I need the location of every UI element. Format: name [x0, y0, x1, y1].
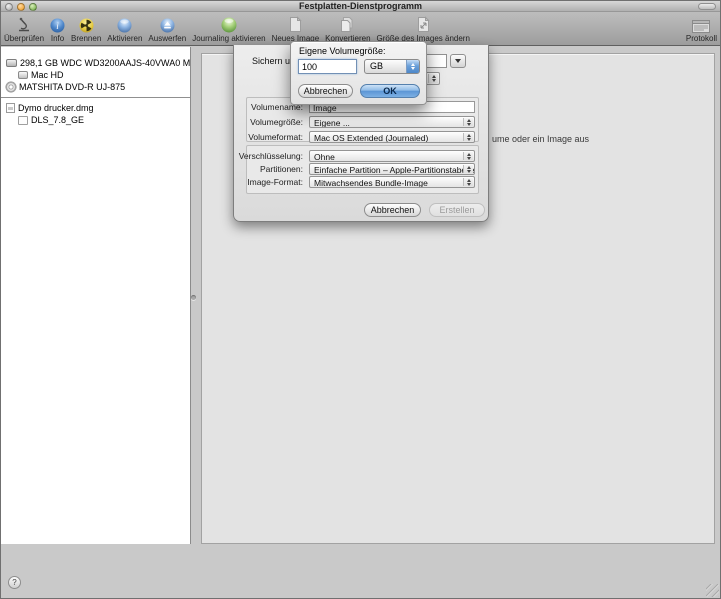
toolbar-item-label: Journaling aktivieren — [192, 34, 265, 43]
sidebar-item-label: DLS_7.8_GE — [31, 115, 84, 125]
select-volume-hint-text: ume oder ein Image aus — [492, 134, 589, 144]
new-image-icon — [288, 16, 303, 33]
field-label: Volumeformat: — [231, 131, 303, 143]
chevron-down-icon — [455, 59, 461, 63]
optical-disc-icon — [6, 82, 16, 92]
field-label: Verschlüsselung: — [231, 150, 303, 162]
sheet-field-row-partitionen: Partitionen:Einfache Partition – Apple-P… — [247, 163, 478, 175]
toolbar-item-journaling-aktivieren[interactable]: Journaling aktivieren — [192, 16, 265, 43]
toolbar-item-label: Aktivieren — [107, 34, 142, 43]
info-icon: i — [50, 16, 65, 33]
verify-icon — [16, 16, 32, 33]
mount-icon — [117, 16, 132, 33]
size-unit-value: GB — [370, 61, 383, 71]
popup-stepper-icon — [463, 118, 473, 126]
image-settings-group: Verschlüsselung:OhnePartitionen:Einfache… — [246, 145, 479, 194]
toolbar-item-konvertieren[interactable]: Konvertieren — [325, 16, 370, 43]
minimize-window-button[interactable] — [17, 3, 25, 11]
splitter-handle[interactable] — [191, 295, 196, 300]
toolbar-item-label: Info — [51, 34, 64, 43]
popup-stepper-icon — [428, 74, 438, 83]
sheet-field-row-volumegr-e: Volumegröße:Eigene ... — [247, 116, 478, 128]
sidebar-item-label: Mac HD — [31, 70, 64, 80]
field-label: Partitionen: — [231, 163, 303, 175]
popup-value: Eigene ... — [314, 118, 350, 128]
sheet-field-row-verschl-sselung: Verschlüsselung:Ohne — [247, 150, 478, 162]
custom-volume-size-title: Eigene Volumegröße: — [299, 46, 386, 56]
popup-stepper-icon — [463, 178, 473, 186]
resize-image-icon — [416, 16, 431, 33]
convert-icon — [339, 16, 356, 33]
toolbar-item-label: Überprüfen — [4, 34, 44, 43]
log-icon — [692, 16, 710, 33]
popup-value: Einfache Partition – Apple-Partitionstab… — [314, 165, 475, 175]
sidebar-item-matshita-dvd-r-uj-875[interactable]: MATSHITA DVD-R UJ-875 — [1, 81, 190, 93]
image-format-popup[interactable]: Mitwachsendes Bundle-Image — [309, 176, 475, 188]
toolbar-item-protokoll[interactable]: Protokoll — [686, 16, 717, 43]
sidebar-separator — [1, 97, 190, 98]
zoom-window-button[interactable] — [29, 3, 37, 11]
volume-size-input[interactable] — [298, 59, 357, 74]
titlebar: Festplatten-Dienstprogramm — [1, 1, 720, 12]
disk-image-icon — [6, 103, 15, 113]
eject-icon — [160, 16, 175, 33]
window-title: Festplatten-Dienstprogramm — [61, 1, 660, 12]
toolbar-item-auswerfen[interactable]: Auswerfen — [148, 16, 186, 43]
popup-stepper-icon — [406, 60, 419, 73]
verschl-sselung-popup[interactable]: Ohne — [309, 150, 475, 162]
toolbar-item-brennen[interactable]: Brennen — [71, 16, 101, 43]
popup-stepper-icon — [463, 152, 473, 160]
resize-grip[interactable] — [706, 584, 719, 597]
close-window-button[interactable] — [5, 3, 13, 11]
sidebar-item-label: MATSHITA DVD-R UJ-875 — [19, 82, 125, 92]
sheet-field-row-image-format: Image-Format:Mitwachsendes Bundle-Image — [247, 176, 478, 188]
disclosure-button[interactable] — [450, 54, 466, 68]
toolbar-item-neues-image[interactable]: Neues Image — [272, 16, 320, 43]
toolbar-item-gr-e-des-images-ndern[interactable]: Größe des Images ändern — [377, 16, 470, 43]
journaling-icon — [221, 16, 237, 33]
device-sidebar: 298,1 GB WDC WD3200AAJS-40VWA0 Media Mac … — [1, 47, 191, 544]
volumegr-e-popup[interactable]: Eigene ... — [309, 116, 475, 128]
sidebar-item-dls-7-8-ge[interactable]: DLS_7.8_GE — [1, 114, 190, 126]
toolbar-item-aktivieren[interactable]: Aktivieren — [107, 16, 142, 43]
sidebar-item-label: Dymo drucker.dmg — [18, 103, 94, 113]
sidebar-item-label: 298,1 GB WDC WD3200AAJS-40VWA0 Media — [20, 58, 191, 68]
sheet-field-row-volumeformat: Volumeformat:Mac OS Extended (Journaled) — [247, 131, 478, 143]
burn-icon — [79, 16, 94, 33]
disk-utility-window: Festplatten-Dienstprogramm Überprüfen iIn… — [0, 0, 721, 599]
size-dialog-cancel-button[interactable]: Abbrechen — [298, 84, 353, 98]
partitionen-popup[interactable]: Einfache Partition – Apple-Partitionstab… — [309, 163, 475, 175]
toolbar-item-info[interactable]: iInfo — [50, 16, 65, 43]
help-button[interactable]: ? — [8, 576, 21, 589]
toolbar-toggle-button[interactable] — [698, 3, 716, 10]
sheet-cancel-button[interactable]: Abbrechen — [364, 203, 421, 217]
sidebar-item-dymo-drucker-dmg[interactable]: Dymo drucker.dmg — [1, 102, 190, 114]
popup-value: Mac OS Extended (Journaled) — [314, 133, 428, 143]
volumeformat-popup[interactable]: Mac OS Extended (Journaled) — [309, 131, 475, 143]
volume-outline-icon — [18, 116, 28, 125]
toolbar-item-label: Auswerfen — [148, 34, 186, 43]
toolbar-item-berpr-fen[interactable]: Überprüfen — [4, 16, 44, 43]
popup-stepper-icon — [463, 165, 473, 173]
popup-stepper-icon — [463, 133, 473, 141]
custom-volume-size-dialog: Eigene Volumegröße: GB Abbrechen OK — [290, 41, 427, 105]
sidebar-item-298-1-gb-wdc-wd3200aajs-40vwa0-media[interactable]: 298,1 GB WDC WD3200AAJS-40VWA0 Media — [1, 57, 190, 69]
toolbar-item-label: Brennen — [71, 34, 101, 43]
sidebar-item-mac-hd[interactable]: Mac HD — [1, 69, 190, 81]
popup-value: Ohne — [314, 152, 335, 162]
toolbar-item-label: Protokoll — [686, 34, 717, 43]
popup-value: Mitwachsendes Bundle-Image — [314, 178, 428, 188]
sheet-create-button[interactable]: Erstellen — [429, 203, 485, 217]
field-label: Volumegröße: — [231, 116, 303, 128]
field-label: Image-Format: — [231, 176, 303, 188]
size-dialog-ok-button[interactable]: OK — [360, 84, 420, 98]
disk-icon — [6, 59, 17, 67]
size-unit-popup[interactable]: GB — [364, 59, 420, 74]
volume-icon — [18, 71, 28, 79]
